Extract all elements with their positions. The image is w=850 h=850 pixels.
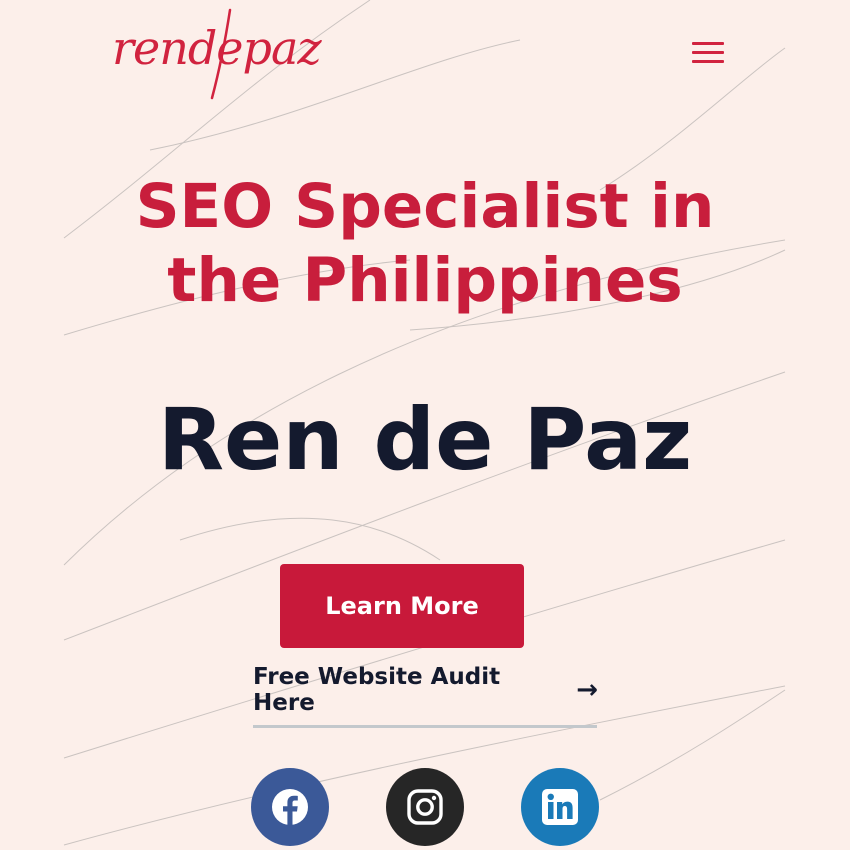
instagram-link[interactable] xyxy=(386,768,464,846)
linkedin-link[interactable] xyxy=(521,768,599,846)
hamburger-menu-icon[interactable] xyxy=(686,36,730,70)
linkedin-icon xyxy=(542,789,578,825)
learn-more-button[interactable]: Learn More xyxy=(280,564,524,648)
divider xyxy=(253,725,597,728)
free-website-audit-link[interactable]: Free Website Audit Here → xyxy=(253,664,598,716)
facebook-link[interactable] xyxy=(251,768,329,846)
page: rendepaz SEO Specialist in the Philippin… xyxy=(0,0,850,850)
headline-line-2: the Philippines xyxy=(167,245,683,316)
audit-link-label: Free Website Audit Here xyxy=(253,664,501,716)
facebook-icon xyxy=(272,789,308,825)
instagram-icon xyxy=(407,789,443,825)
arrow-right-icon: → xyxy=(576,675,598,705)
hero-headline: SEO Specialist in the Philippines xyxy=(60,170,790,318)
rendepaz-logo[interactable]: rendepaz xyxy=(108,6,328,102)
hero-name: Ren de Paz xyxy=(157,390,693,490)
logo-text: rendepaz xyxy=(112,21,322,75)
headline-line-1: SEO Specialist in xyxy=(135,171,715,242)
